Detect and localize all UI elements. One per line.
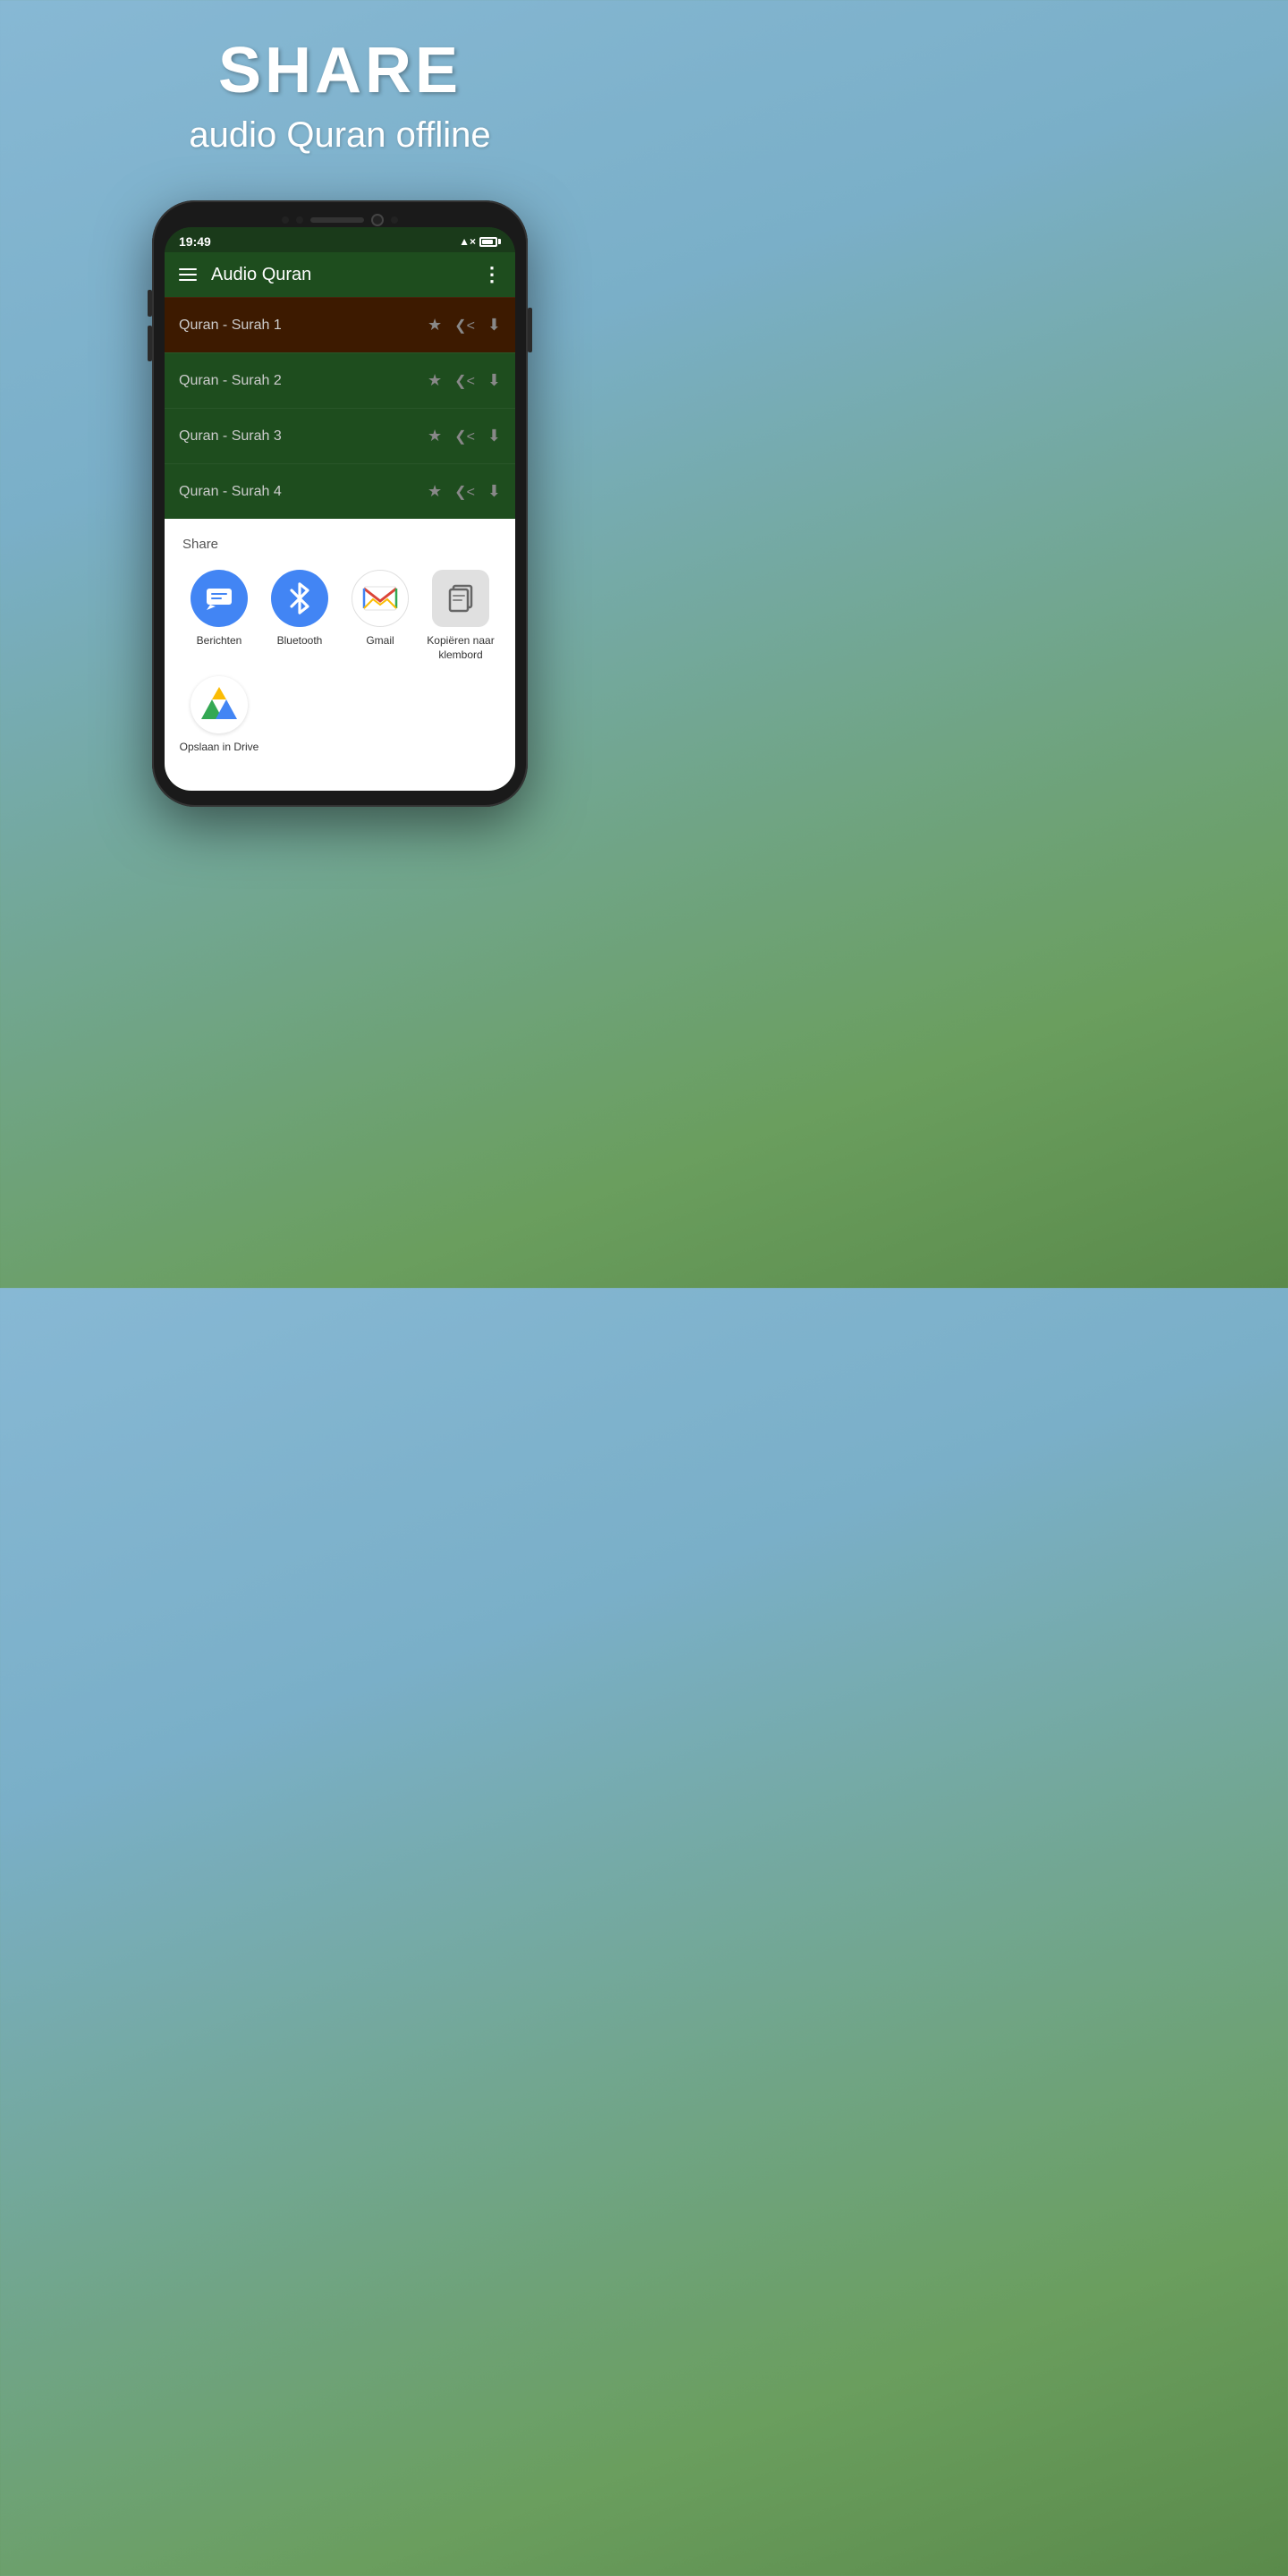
volume-up-button <box>148 290 152 317</box>
status-right-icons: ▲× <box>459 235 501 248</box>
surah-item-3[interactable]: Quran - Surah 3 ❮< <box>165 408 515 463</box>
surah-item-1[interactable]: Quran - Surah 1 ❮< <box>165 297 515 352</box>
surah-2-share-icon[interactable]: ❮< <box>454 372 475 390</box>
phone-screen: 19:49 ▲× Audio <box>165 227 515 791</box>
drive-label: Opslaan in Drive <box>180 741 259 755</box>
surah-1-actions: ❮< <box>428 316 501 335</box>
battery-body <box>479 237 497 247</box>
status-time: 19:49 <box>179 234 211 249</box>
berichten-icon <box>191 570 248 627</box>
more-options-icon[interactable]: ⋮ <box>482 263 501 286</box>
surah-3-download-icon[interactable] <box>487 427 501 445</box>
phone-dot-right <box>391 216 398 224</box>
bluetooth-svg <box>286 582 313 614</box>
phone-camera-area <box>282 214 398 226</box>
copy-icon-bg <box>432 570 489 627</box>
surah-4-share-icon[interactable]: ❮< <box>454 483 475 501</box>
copy-svg <box>445 582 477 614</box>
gmail-icon <box>352 570 409 627</box>
bluetooth-icon <box>271 570 328 627</box>
surah-3-share-icon[interactable]: ❮< <box>454 428 475 445</box>
signal-icon: ▲× <box>459 235 476 248</box>
battery-tip <box>498 239 501 244</box>
surah-1-name: Quran - Surah 1 <box>179 318 428 334</box>
surah-4-name: Quran - Surah 4 <box>179 484 428 500</box>
battery-icon <box>479 237 501 247</box>
promo-header: SHARE audio Quran offline <box>171 0 508 182</box>
share-apps-row-2: Opslaan in Drive <box>179 676 501 755</box>
surah-1-download-icon[interactable] <box>487 316 501 335</box>
surah-3-actions: ❮< <box>428 427 501 445</box>
drive-icon <box>191 676 248 733</box>
hamburger-line-3 <box>179 279 197 281</box>
share-sheet-title: Share <box>179 537 501 552</box>
phone-top-bar <box>165 216 515 227</box>
surah-4-star-icon[interactable] <box>428 482 442 501</box>
promo-subtitle: audio Quran offline <box>189 115 490 156</box>
share-app-drive[interactable]: Opslaan in Drive <box>179 676 259 755</box>
phone-frame: 19:49 ▲× Audio <box>152 200 528 807</box>
surah-item-2[interactable]: Quran - Surah 2 ❮< <box>165 352 515 408</box>
surah-4-actions: ❮< <box>428 482 501 501</box>
phone-speaker <box>310 217 364 223</box>
promo-title: SHARE <box>189 36 490 106</box>
phone-frame-wrapper: 19:49 ▲× Audio <box>152 200 528 807</box>
surah-2-name: Quran - Surah 2 <box>179 373 428 389</box>
power-button <box>528 308 532 352</box>
surah-2-star-icon[interactable] <box>428 371 442 390</box>
share-app-copy[interactable]: Kopiëren naar klembord <box>420 570 501 662</box>
share-app-berichten[interactable]: Berichten <box>179 570 259 662</box>
surah-2-download-icon[interactable] <box>487 371 501 390</box>
share-sheet: Share Berichten <box>165 519 515 791</box>
surah-1-share-icon[interactable]: ❮< <box>454 317 475 335</box>
share-app-gmail[interactable]: Gmail <box>340 570 420 662</box>
bluetooth-label: Bluetooth <box>277 634 323 648</box>
phone-camera <box>371 214 384 226</box>
battery-fill <box>482 240 493 244</box>
berichten-svg <box>203 582 235 614</box>
phone-dot2 <box>296 216 303 224</box>
surah-list: Quran - Surah 1 ❮< Quran - Surah 2 ❮< <box>165 297 515 519</box>
surah-4-download-icon[interactable] <box>487 482 501 501</box>
volume-down-button <box>148 326 152 361</box>
app-bar: Audio Quran ⋮ <box>165 252 515 297</box>
menu-button[interactable] <box>179 268 197 281</box>
app-title: Audio Quran <box>211 265 468 285</box>
status-bar: 19:49 ▲× <box>165 227 515 252</box>
share-app-bluetooth[interactable]: Bluetooth <box>259 570 340 662</box>
surah-3-star-icon[interactable] <box>428 427 442 445</box>
surah-1-star-icon[interactable] <box>428 316 442 335</box>
gmail-label: Gmail <box>366 634 394 648</box>
phone-dot-left <box>282 216 289 224</box>
surah-2-actions: ❮< <box>428 371 501 390</box>
gmail-svg <box>362 582 398 614</box>
hamburger-line-2 <box>179 274 197 275</box>
copy-label: Kopiëren naar klembord <box>420 634 501 662</box>
drive-svg <box>199 687 239 723</box>
hamburger-line-1 <box>179 268 197 270</box>
surah-item-4[interactable]: Quran - Surah 4 ❮< <box>165 463 515 519</box>
surah-3-name: Quran - Surah 3 <box>179 428 428 445</box>
berichten-label: Berichten <box>197 634 242 648</box>
share-apps-row-1: Berichten Bluetooth <box>179 570 501 662</box>
